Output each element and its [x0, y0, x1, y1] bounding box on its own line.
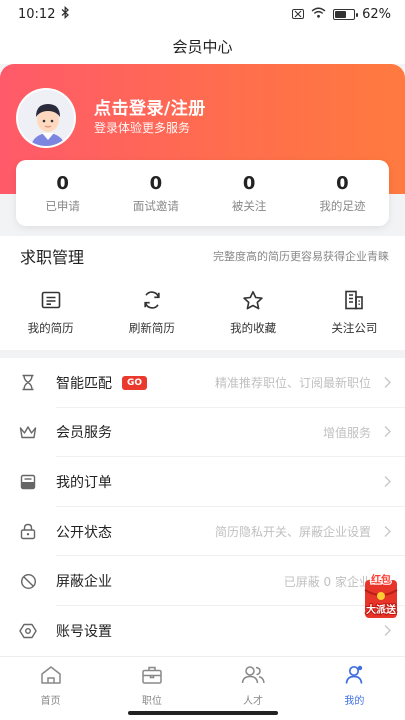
- stat-interview-invites[interactable]: 0 面试邀请: [109, 160, 202, 226]
- menu-label: 账号设置: [56, 623, 112, 640]
- login-subtitle: 登录体验更多服务: [94, 121, 191, 135]
- stat-label: 已申请: [45, 198, 80, 213]
- home-icon: [40, 665, 62, 689]
- tab-label: 我的: [344, 696, 365, 707]
- menu-label: 智能匹配: [56, 375, 112, 392]
- my-favorites-button[interactable]: 我的收藏: [203, 288, 304, 340]
- job-management-header: 求职管理 完整度高的简历更容易获得企业青睐: [0, 236, 405, 276]
- user-icon: [343, 665, 365, 689]
- chevron-right-icon: [384, 423, 391, 442]
- status-time: 10:12: [18, 6, 56, 22]
- login-register-link[interactable]: 点击登录/注册: [94, 94, 206, 119]
- stat-number: 0: [242, 172, 256, 194]
- stat-number: 0: [56, 172, 69, 194]
- menu-label: 屏蔽企业: [56, 574, 112, 591]
- followed-companies-button[interactable]: 关注公司: [304, 288, 405, 340]
- stat-number: 0: [336, 172, 349, 194]
- wifi-icon: [311, 7, 326, 22]
- stats-card: 0 已申请 0 面试邀请 0 被关注 0 我的足迹: [16, 160, 389, 226]
- star-icon: [241, 288, 265, 312]
- settings-icon: [18, 621, 38, 641]
- tab-mine[interactable]: 我的: [304, 657, 405, 720]
- block-icon: [18, 571, 38, 591]
- home-indicator: [128, 711, 278, 715]
- crown-icon: [18, 422, 38, 442]
- menu-public-status[interactable]: 公开状态 简历隐私开关、屏蔽企业设置: [0, 507, 405, 557]
- menu-hint: 增值服务: [322, 425, 371, 440]
- stat-label: 我的足迹: [319, 198, 366, 213]
- people-icon: [240, 665, 266, 689]
- page-title: 会员中心: [172, 37, 233, 56]
- menu-hint: 精准推荐职位、订阅最新职位: [214, 376, 371, 391]
- battery-icon: [333, 8, 359, 20]
- chevron-right-icon: [384, 472, 391, 491]
- tab-label: 首页: [40, 696, 61, 707]
- red-packet-promo[interactable]: 红包 大派送: [359, 572, 403, 622]
- menu-blocked-companies[interactable]: 屏蔽企业 已屏蔽 0 家企业: [0, 556, 405, 606]
- tab-home[interactable]: 首页: [0, 657, 101, 720]
- lock-icon: [18, 522, 38, 542]
- shortcut-label: 我的收藏: [230, 321, 277, 335]
- redpacket-line1: 红包: [371, 573, 391, 586]
- resume-icon: [39, 288, 63, 312]
- my-resume-button[interactable]: 我的简历: [0, 288, 101, 340]
- bluetooth-icon: [61, 5, 70, 23]
- sim-off-icon: [292, 9, 305, 19]
- menu-my-orders[interactable]: 我的订单: [0, 457, 405, 507]
- menu-hint: 已屏蔽 0 家企业: [283, 574, 371, 589]
- tab-label: 人才: [243, 696, 264, 707]
- hourglass-icon: [18, 373, 38, 393]
- menu-account-settings[interactable]: 账号设置: [0, 606, 405, 656]
- status-bar: 10:12 62%: [0, 0, 405, 28]
- stat-label: 被关注: [231, 198, 267, 213]
- refresh-resume-button[interactable]: 刷新简历: [101, 288, 202, 340]
- battery-percent: 62%: [362, 6, 391, 22]
- chevron-right-icon: [384, 621, 391, 640]
- building-icon: [342, 288, 366, 312]
- stat-label: 面试邀请: [132, 198, 179, 213]
- stat-footprints[interactable]: 0 我的足迹: [296, 160, 389, 226]
- shortcut-label: 关注公司: [331, 321, 378, 335]
- menu-label: 我的订单: [56, 474, 112, 491]
- briefcase-icon: [141, 665, 163, 689]
- avatar[interactable]: [16, 88, 76, 148]
- stat-applied[interactable]: 0 已申请: [16, 160, 109, 226]
- menu-label: 公开状态: [56, 524, 112, 541]
- redpacket-line2: 大派送: [366, 603, 397, 616]
- page-title-bar: 会员中心: [0, 28, 405, 64]
- menu-hint: 简历隐私开关、屏蔽企业设置: [214, 525, 371, 540]
- stat-number: 0: [149, 172, 163, 194]
- go-badge: GO: [122, 375, 148, 390]
- shortcut-label: 刷新简历: [128, 321, 175, 335]
- stat-followed[interactable]: 0 被关注: [203, 160, 296, 226]
- refresh-icon: [140, 288, 164, 312]
- chevron-right-icon: [384, 522, 391, 541]
- settings-menu: 智能匹配 GO 精准推荐职位、订阅最新职位 会员服务 增值服务 我的订单 公开状…: [0, 358, 405, 656]
- chevron-right-icon: [384, 373, 391, 392]
- menu-membership[interactable]: 会员服务 增值服务: [0, 408, 405, 458]
- tab-label: 职位: [141, 696, 162, 707]
- section-title: 求职管理: [20, 248, 85, 267]
- section-hint: 完整度高的简历更容易获得企业青睐: [213, 250, 389, 263]
- job-shortcuts: 我的简历 刷新简历 我的收藏 关注公司: [0, 288, 405, 340]
- job-management-section: 求职管理 完整度高的简历更容易获得企业青睐 我的简历 刷新简历 我的收藏 关注公…: [0, 236, 405, 350]
- shortcut-label: 我的简历: [27, 321, 74, 335]
- menu-smart-match[interactable]: 智能匹配 GO 精准推荐职位、订阅最新职位: [0, 358, 405, 408]
- order-icon: [18, 472, 38, 492]
- menu-label: 会员服务: [56, 425, 112, 442]
